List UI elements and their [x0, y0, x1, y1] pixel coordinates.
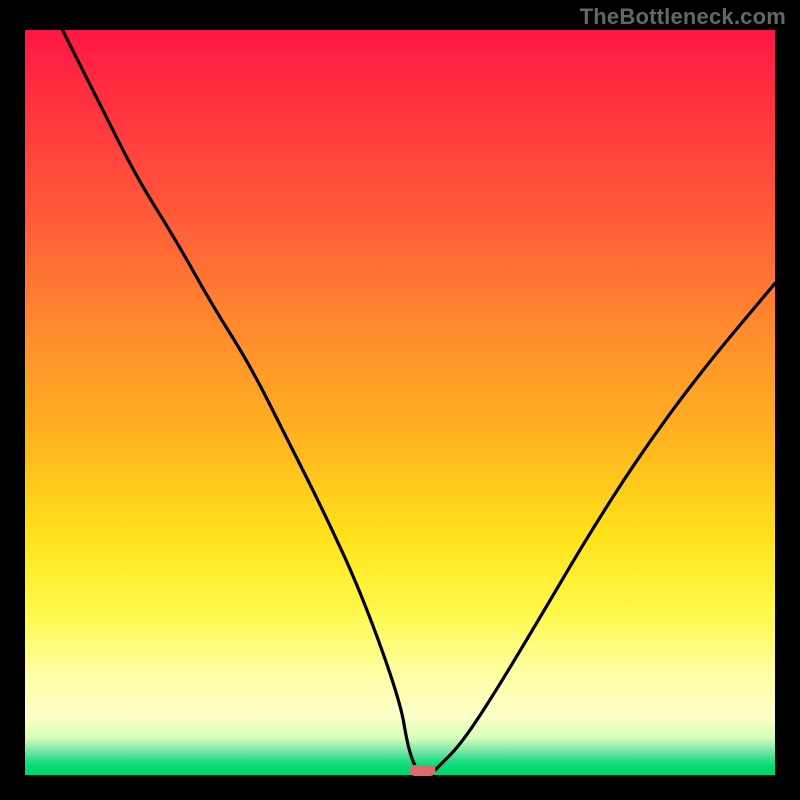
bottleneck-curve	[63, 30, 776, 775]
chart-frame: TheBottleneck.com	[0, 0, 800, 800]
watermark-text: TheBottleneck.com	[580, 4, 786, 30]
curve-svg	[25, 30, 775, 775]
plot-area	[25, 30, 775, 775]
minimum-marker	[410, 765, 436, 776]
